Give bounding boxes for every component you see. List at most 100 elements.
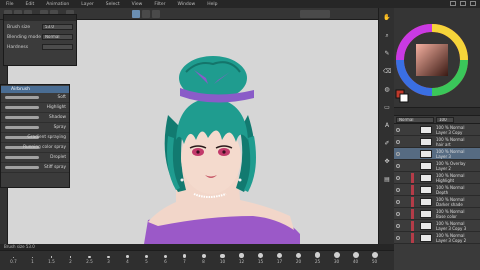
blending-mode-select[interactable]: Normal [42, 34, 73, 40]
visibility-eye-icon[interactable] [396, 224, 400, 228]
brush-size-preset[interactable]: 3 [99, 255, 118, 264]
menu-file[interactable]: File [6, 2, 14, 7]
brush-size-dot [258, 253, 263, 258]
brush-stroke-preview [5, 116, 39, 119]
prop-row-blend[interactable]: Blending mode Normal [4, 33, 76, 41]
layer-opacity[interactable]: 100 [436, 116, 454, 123]
subtool-name: Highlight [46, 105, 66, 110]
sub-color-swatch [399, 93, 409, 103]
brush-size-preset[interactable]: 6 [156, 254, 175, 264]
layer-row[interactable]: 100 % Normal Layer 3 Copy [394, 124, 480, 136]
brush-size-preset[interactable]: 17 [270, 252, 289, 264]
hand-icon[interactable]: ✋ [383, 14, 391, 21]
visibility-eye-icon[interactable] [396, 236, 400, 240]
visibility-eye-icon[interactable] [396, 200, 400, 204]
visibility-eye-icon[interactable] [396, 128, 400, 132]
brush-size-preset[interactable]: 10 [213, 253, 232, 264]
layer-row[interactable]: 100 % Normal Layer 3 Copy 3 [394, 220, 480, 232]
layer-icon[interactable]: ▤ [383, 176, 391, 183]
prop-row-size[interactable]: Brush size 53.0 [4, 23, 76, 31]
subtool-item[interactable]: Highlight [1, 103, 69, 113]
brush-size-preset[interactable]: 20 [289, 252, 308, 264]
brush-size-preset[interactable]: 8 [194, 254, 213, 264]
hardness-slider[interactable] [42, 44, 73, 50]
select-icon[interactable]: ▭ [383, 104, 391, 111]
visibility-eye-icon[interactable] [396, 188, 400, 192]
layer-thumbnail [420, 150, 432, 158]
maximize-icon[interactable] [460, 1, 466, 6]
brush-size-preset[interactable]: 50 [365, 252, 384, 264]
brush-size-preset[interactable]: 2 [61, 256, 80, 264]
subtool-item[interactable]: Droplet [1, 153, 69, 163]
subtool-item[interactable]: Spray [1, 123, 69, 133]
menu-animation[interactable]: Animation [46, 2, 69, 7]
visibility-eye-icon[interactable] [396, 164, 400, 168]
fill-icon[interactable]: ◍ [383, 86, 391, 93]
subtool-name: Gradient spraying [27, 135, 66, 140]
layer-thumbnail [420, 222, 432, 230]
brush-size-preset[interactable]: 12 [232, 253, 251, 264]
layer-thumbnail [420, 234, 432, 242]
ruler-icon[interactable] [152, 10, 160, 18]
layer-row[interactable]: 100 % Overlay Layer 2 [394, 160, 480, 172]
menu-layer[interactable]: Layer [81, 2, 94, 7]
brush-stroke-preview [5, 126, 39, 129]
tool-property-panel: Brush size 53.0 Blending mode Normal Har… [3, 14, 77, 66]
brush-stroke-preview [5, 106, 39, 109]
brush-size-label: 40 [352, 259, 359, 264]
brush-size-preset[interactable]: 30 [327, 252, 346, 264]
text-icon[interactable]: A [383, 122, 391, 129]
subtool-item[interactable]: Running color spray [1, 143, 69, 153]
menu-select[interactable]: Select [106, 2, 120, 7]
subtool-item[interactable]: Gradient spraying [1, 133, 69, 143]
brush-icon[interactable]: ✐ [383, 140, 391, 147]
visibility-eye-icon[interactable] [396, 212, 400, 216]
move-icon[interactable]: ✥ [383, 158, 391, 165]
layer-row[interactable]: 100 % Normal Layer 3 [394, 148, 480, 160]
close-icon[interactable] [470, 1, 476, 6]
layer-row[interactable]: 100 % Normal Depth [394, 184, 480, 196]
zoom-icon[interactable]: ⌕ [383, 32, 391, 39]
visibility-eye-icon[interactable] [396, 176, 400, 180]
canvas-nav-box[interactable] [300, 10, 330, 18]
pen-icon[interactable]: ✎ [383, 50, 391, 57]
brush-size-preset[interactable]: 40 [346, 252, 365, 264]
subtool-item[interactable]: Shadow [1, 113, 69, 123]
layer-blend-mode[interactable]: Normal [396, 116, 434, 123]
visibility-eye-icon[interactable] [396, 152, 400, 156]
subtool-name: Spray [53, 125, 66, 130]
subtool-tab-airbrush[interactable]: Airbrush [1, 86, 69, 93]
brush-size-preset[interactable]: 0.7 [4, 257, 23, 264]
minimize-icon[interactable] [450, 1, 456, 6]
menu-view[interactable]: View [132, 2, 143, 7]
visibility-eye-icon[interactable] [396, 140, 400, 144]
menu-window[interactable]: Window [177, 2, 195, 7]
menu-edit[interactable]: Edit [26, 2, 35, 7]
prop-row-hardness[interactable]: Hardness [4, 43, 76, 51]
brush-size-preset[interactable]: 1.5 [42, 256, 61, 264]
layer-row[interactable]: 100 % Normal Layer 3 Copy 2 [394, 232, 480, 244]
subtool-item[interactable]: Stiff spray [1, 163, 69, 173]
color-wheel[interactable] [394, 8, 480, 108]
layer-row[interactable]: 100 % Normal Base color [394, 208, 480, 220]
menu-filter[interactable]: Filter [154, 2, 165, 7]
menu-help[interactable]: Help [207, 2, 217, 7]
layer-row[interactable]: 100 % Normal Highlight [394, 172, 480, 184]
brush-size-preset[interactable]: 5 [137, 254, 156, 264]
snap-icon[interactable] [142, 10, 150, 18]
brush-size-label: Brush size [7, 24, 31, 30]
transform-icon[interactable] [132, 10, 140, 18]
brush-size-preset[interactable]: 15 [251, 253, 270, 264]
brush-size-preset[interactable]: 1 [23, 256, 42, 264]
layer-row[interactable]: 100 % Normal Darker shade [394, 196, 480, 208]
subtool-item[interactable]: Soft [1, 93, 69, 103]
layer-name: Highlight [436, 178, 455, 183]
layer-name: Depth [436, 190, 449, 195]
brush-size-value[interactable]: 53.0 [42, 24, 73, 30]
brush-size-preset[interactable]: 25 [308, 252, 327, 264]
brush-size-preset[interactable]: 4 [118, 255, 137, 264]
brush-size-preset[interactable]: 2.5 [80, 255, 99, 264]
eraser-icon[interactable]: ⌫ [383, 68, 391, 75]
brush-size-preset[interactable]: 7 [175, 254, 194, 264]
layer-row[interactable]: 100 % Normal hair art [394, 136, 480, 148]
